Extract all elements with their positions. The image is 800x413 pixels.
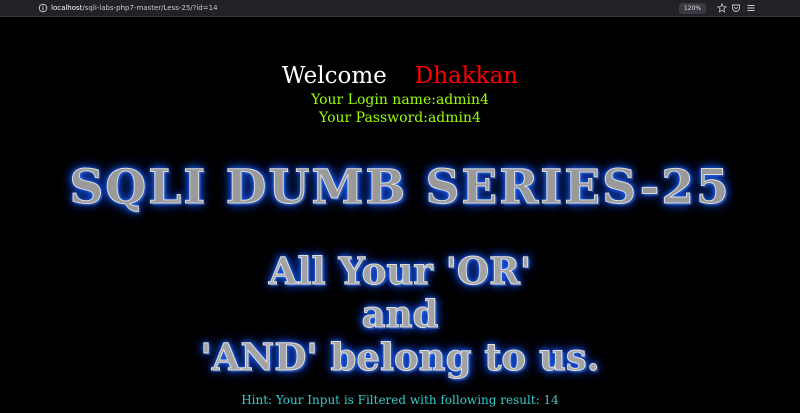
url-text[interactable]: localhost/sqli-labs-php7-master/Less-25/… xyxy=(51,2,218,14)
password-text: Your Password:admin4 xyxy=(319,110,481,126)
zoom-level-button[interactable]: 120% xyxy=(679,3,706,14)
slogan-line-1: All Your 'OR' xyxy=(268,249,532,293)
series-title-banner: SQLI DUMB SERIES-25 xyxy=(69,160,731,216)
slogan-line-2: and xyxy=(361,292,439,336)
welcome-line: Welcome Dhakkan xyxy=(0,62,800,90)
star-icon[interactable] xyxy=(717,3,727,13)
pocket-icon[interactable] xyxy=(731,3,741,13)
page-content: Welcome Dhakkan Your Login name:admin4 Yo… xyxy=(0,17,800,413)
page-info-icon[interactable] xyxy=(38,3,48,13)
url-host: localhost xyxy=(51,4,83,12)
browser-url-bar[interactable]: localhost/sqli-labs-php7-master/Less-25/… xyxy=(0,0,800,17)
slogan-banner: All Your 'OR' and 'AND' belong to us. xyxy=(0,249,800,379)
welcome-text: Welcome xyxy=(281,63,387,89)
menu-icon[interactable] xyxy=(746,3,756,13)
username-text: Dhakkan xyxy=(414,63,519,89)
login-name-text: Your Login name:admin4 xyxy=(311,92,489,108)
slogan-line-3: 'AND' belong to us. xyxy=(200,335,600,379)
hint-text: Hint: Your Input is Filtered with follow… xyxy=(241,393,559,407)
url-path: /sqli-labs-php7-master/Less-25/?id=14 xyxy=(82,4,218,12)
